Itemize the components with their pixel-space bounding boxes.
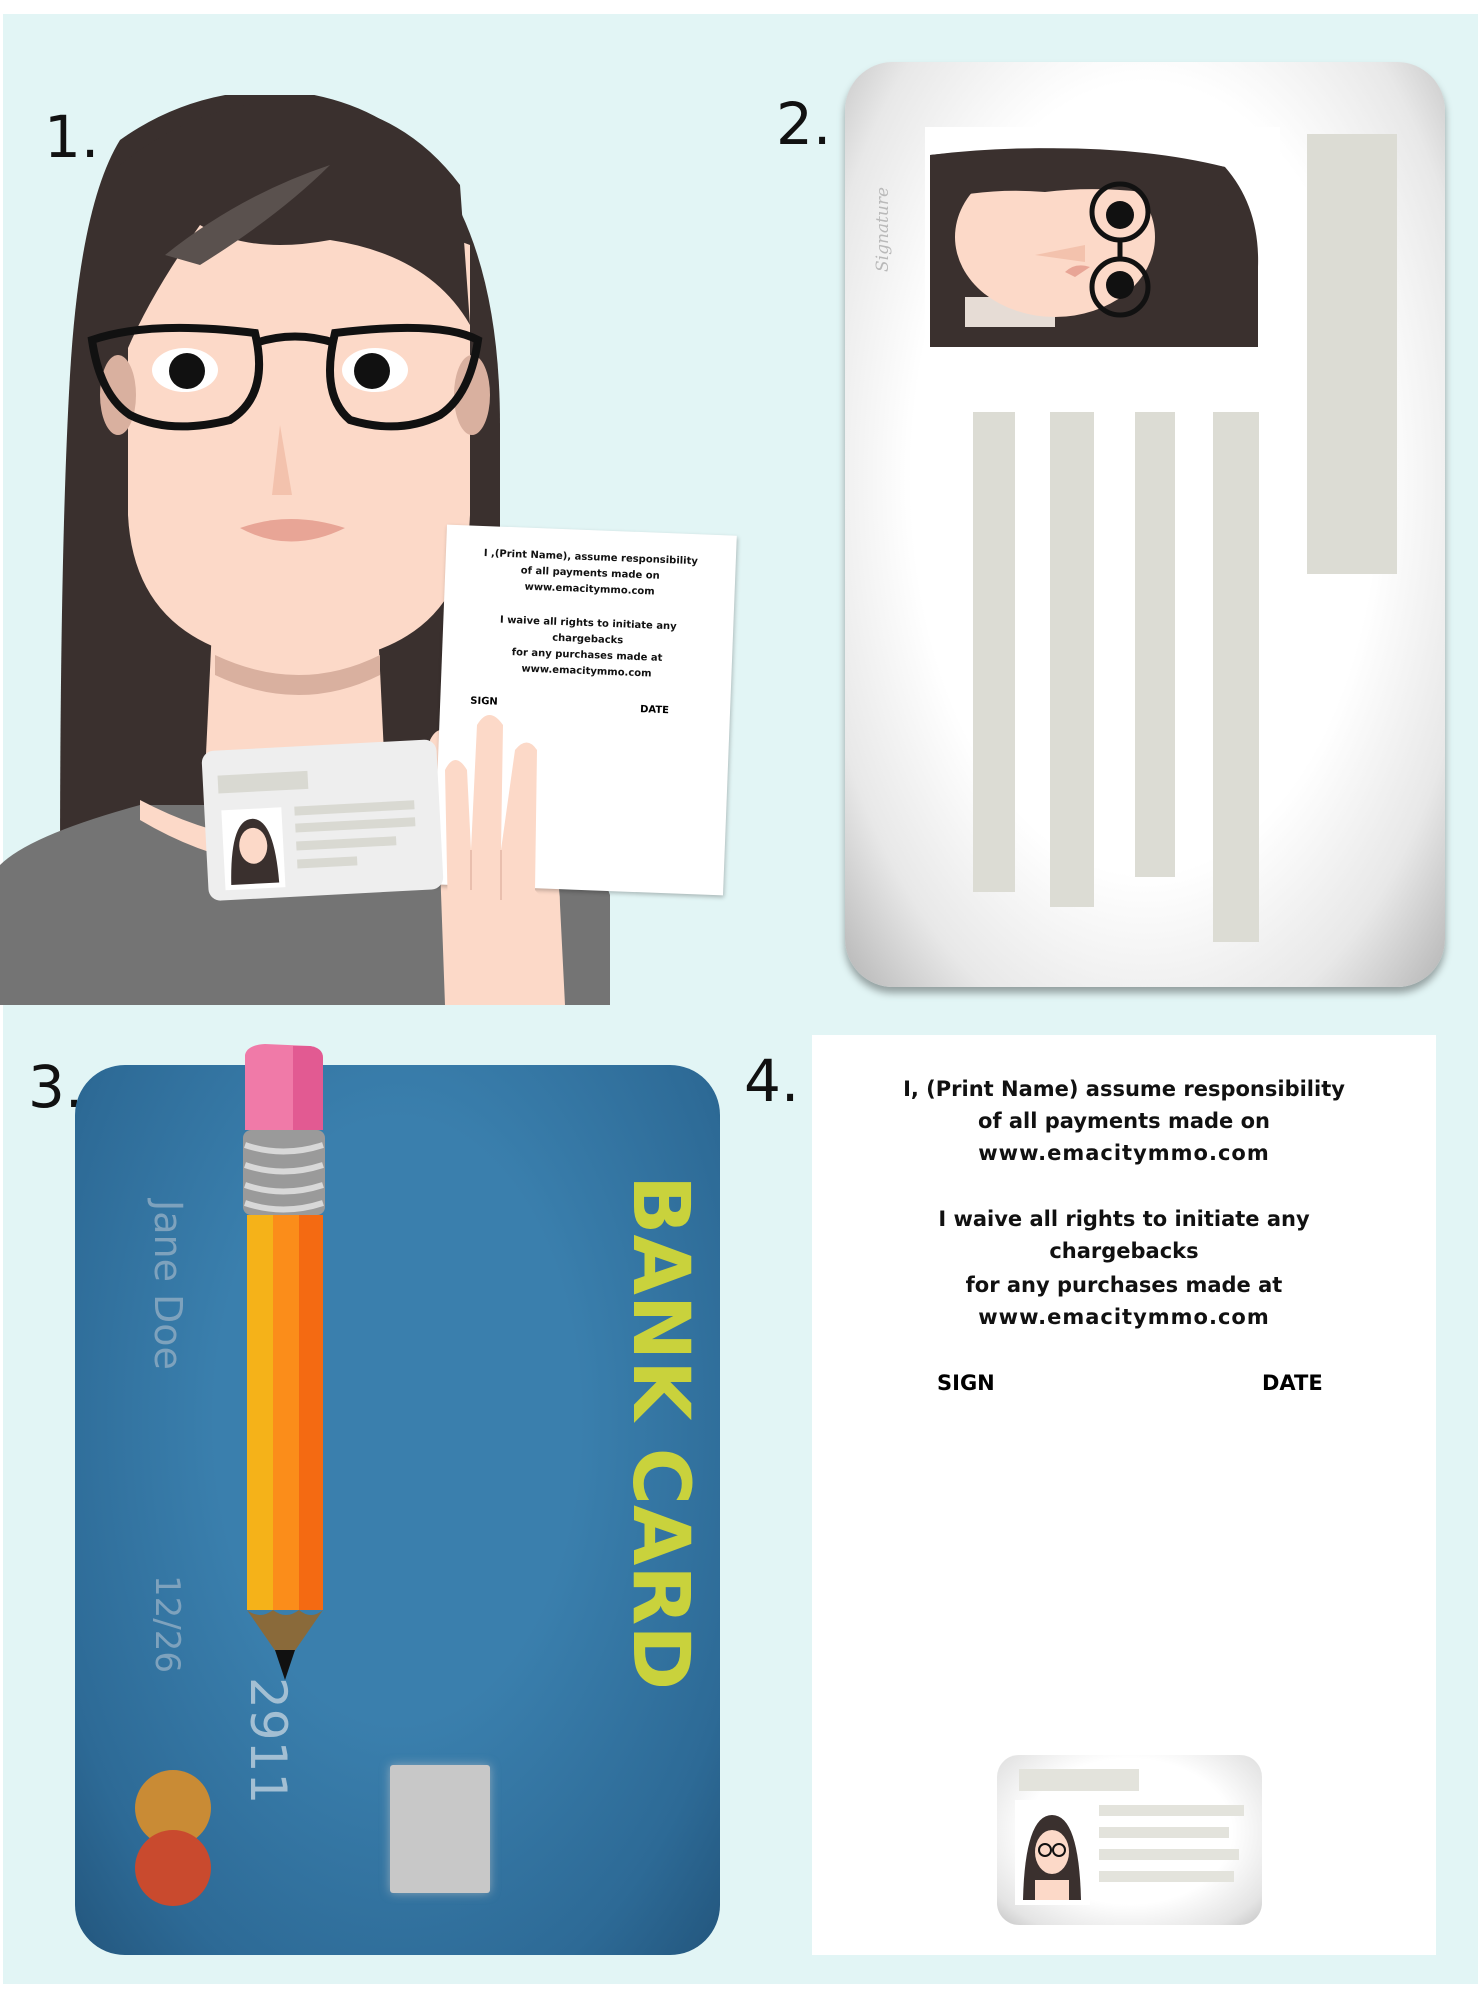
id-field-2 <box>1050 412 1094 907</box>
form-line-5: chargebacks <box>1049 1239 1199 1263</box>
form-line-7: www.emacitymmo.com <box>978 1305 1270 1329</box>
bank-card-title: BANK CARD <box>615 1175 705 1691</box>
bank-card-number: 2911 <box>239 1677 297 1805</box>
id-field-right <box>1307 134 1397 574</box>
form-line-3: www.emacitymmo.com <box>978 1141 1270 1165</box>
form-line-4: I waive all rights to initiate any <box>938 1207 1310 1231</box>
step-4-number: 4. <box>744 1047 800 1115</box>
bank-card-expiry: 12/26 <box>147 1575 187 1673</box>
form-line-1: I, (Print Name) assume responsibility <box>903 1077 1345 1101</box>
held-id-card <box>201 739 444 901</box>
id-photo <box>925 127 1280 382</box>
form-line-6: for any purchases made at <box>965 1273 1283 1297</box>
id-card-closeup: Signature <box>845 62 1445 987</box>
id-field-1 <box>973 412 1015 892</box>
step-2-number: 2. <box>776 90 832 158</box>
pencil-icon <box>243 1044 325 1680</box>
waiver-form: I, (Print Name) assume responsibility of… <box>812 1035 1436 1955</box>
page: 1. I ,(Print Name), assume responsibilit… <box>0 0 1481 2000</box>
attached-id-card <box>997 1755 1262 1925</box>
form-sign-label: SIGN <box>937 1371 995 1395</box>
id-signature: Signature <box>873 186 893 272</box>
bank-card-holder: Jane Doe <box>146 1200 190 1370</box>
id-field-3 <box>1135 412 1175 877</box>
form-date-label: DATE <box>1262 1371 1323 1395</box>
bank-card: BANK CARD Jane Doe 12/26 2911 <box>75 1065 720 1955</box>
small-form-date-label: DATE <box>639 704 670 717</box>
bank-card-chip <box>390 1765 490 1893</box>
form-line-2: of all payments made on <box>978 1109 1270 1133</box>
face <box>128 212 470 665</box>
id-field-4 <box>1213 412 1259 942</box>
card-logo-circle-bottom <box>135 1830 211 1906</box>
